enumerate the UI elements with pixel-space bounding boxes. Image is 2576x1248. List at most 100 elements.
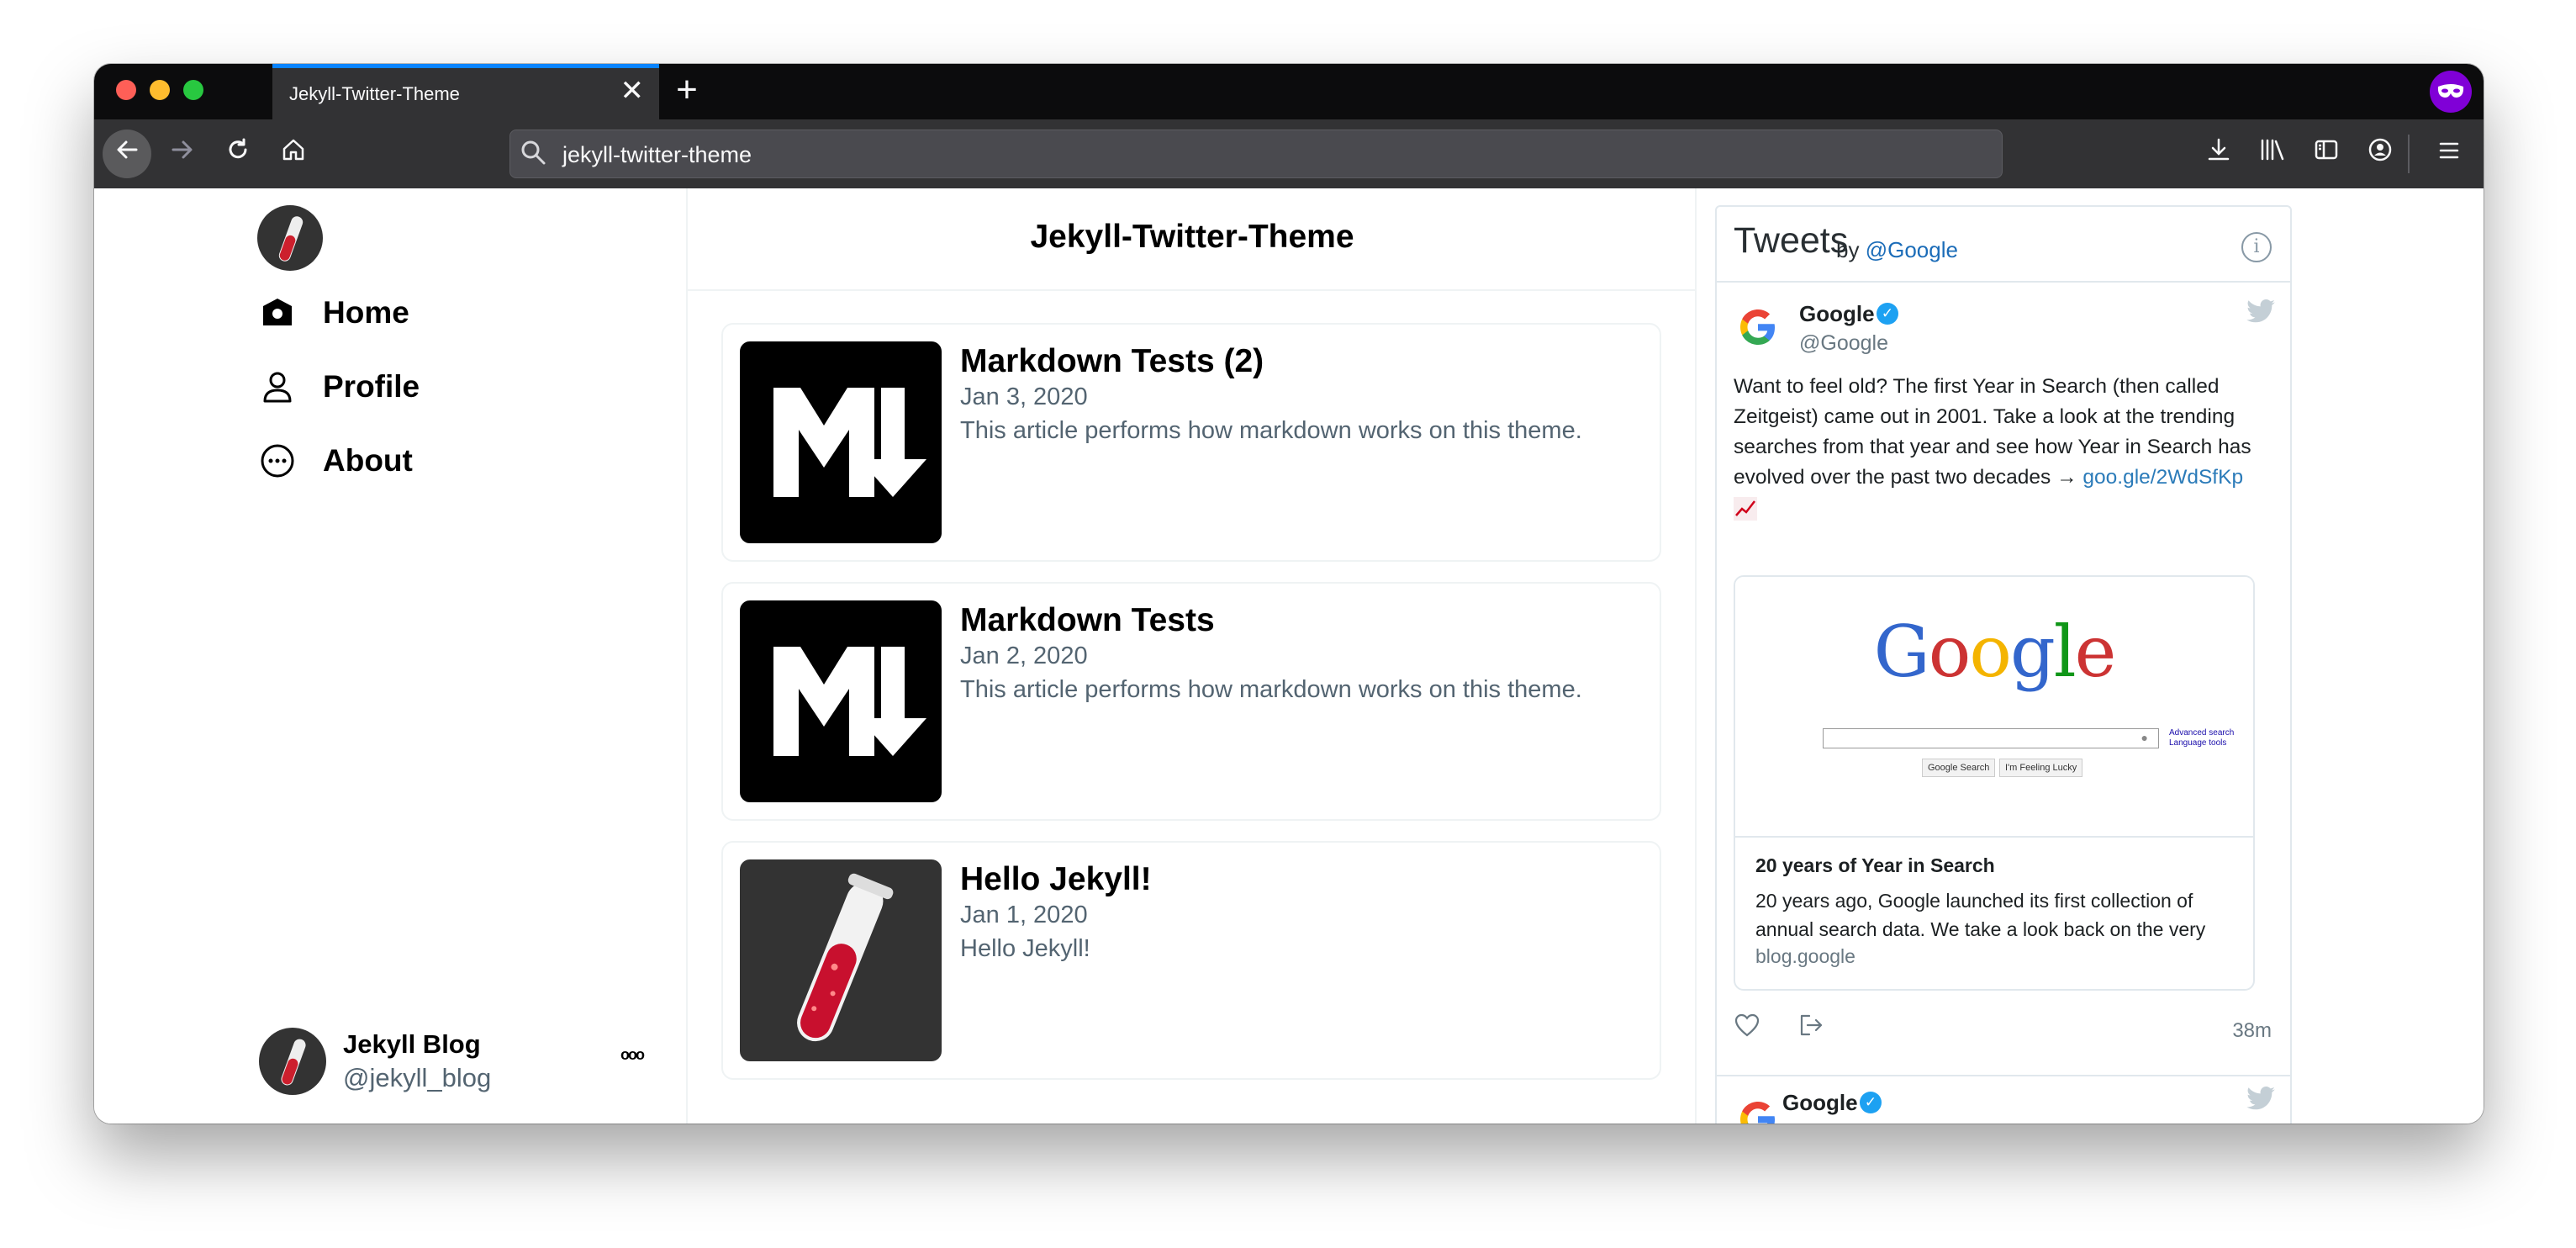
language-tools-text: Language tools [2169,738,2227,748]
google-avatar[interactable] [1734,303,1782,352]
post-date: Jan 3, 2020 [960,383,1088,410]
tweet-timestamp[interactable]: 38m [2232,1019,2272,1043]
google-links-image: Advanced search Language tools [2169,728,2234,748]
reload-button[interactable] [214,130,262,178]
site-logo[interactable] [257,205,323,271]
tweet-author-name[interactable]: Google [1799,301,1875,327]
post-date: Jan 1, 2020 [960,902,1088,928]
post-card[interactable]: Hello Jekyll! Jan 1, 2020 Hello Jekyll! [721,841,1661,1080]
column-divider [686,188,688,1124]
timeline-title: Tweets [1734,220,1849,261]
navigation-toolbar: jekyll-twitter-theme [94,119,2484,188]
info-icon[interactable]: i [2241,232,2272,262]
test-tube-icon [281,1039,306,1086]
post-card[interactable]: Markdown Tests (2) Jan 3, 2020 This arti… [721,323,1661,562]
forward-arrow-icon [172,140,193,159]
tweet-link[interactable]: goo.gle/2WdSfKp [2082,466,2243,489]
card-description: 20 years ago, Google launched its first … [1755,890,2206,940]
tab-title: Jekyll-Twitter-Theme [289,83,460,104]
tweet-text: Want to feel old? The first Year in Sear… [1734,372,2272,523]
google-avatar[interactable] [1734,1095,1782,1124]
twitter-bird-icon[interactable] [2246,1087,2275,1117]
post-card[interactable]: Markdown Tests Jan 2, 2020 This article … [721,582,1661,821]
back-button[interactable] [103,130,151,178]
maximize-window-button[interactable] [183,80,203,100]
tab-strip: Jekyll-Twitter-Theme ✕ + [94,64,2484,119]
markdown-logo-icon [740,600,942,802]
account-handle: @jekyll_blog [343,1063,492,1092]
by-label: by [1836,237,1860,262]
nav-profile[interactable]: Profile [257,362,420,412]
account-icon [2368,138,2392,161]
page-title: Jekyll-Twitter-Theme [1030,219,1354,255]
google-g-icon [1740,309,1775,345]
tab-close-icon[interactable]: ✕ [620,77,645,105]
test-tube-icon [278,216,304,262]
home-icon [282,139,304,161]
google-g-icon [1740,1102,1775,1124]
url-text[interactable]: jekyll-twitter-theme [562,142,752,168]
post-description: This article performs how markdown works… [960,676,1582,703]
google-search-btn-image: Google Search [1922,759,1996,777]
minimize-window-button[interactable] [150,80,170,100]
home-icon [257,293,298,333]
private-browsing-icon [2430,71,2472,113]
back-arrow-icon [117,140,138,159]
tab-active[interactable]: Jekyll-Twitter-Theme ✕ [272,64,659,119]
post-description: Hello Jekyll! [960,935,1090,962]
new-tab-button[interactable]: + [659,64,715,119]
twitter-bird-icon[interactable] [2246,299,2275,330]
feeling-lucky-btn-image: I'm Feeling Lucky [1999,759,2083,777]
account-card[interactable]: Jekyll Blog @jekyll_blog ooo [259,1021,763,1102]
link-preview-card[interactable]: Google ● Advanced search Language tools … [1734,575,2255,991]
nav-profile-label: Profile [323,369,420,404]
about-icon [257,441,298,481]
downloads-button[interactable] [2194,130,2243,178]
google-logo-icon: Google [1873,611,2117,693]
reload-icon [229,138,247,159]
post-date: Jan 2, 2020 [960,643,1088,669]
account-button[interactable] [2356,130,2404,178]
tweet-author-name[interactable]: Google [1782,1090,1858,1116]
post-title[interactable]: Hello Jekyll! [960,861,1152,898]
share-icon[interactable] [1797,1013,1824,1044]
hamburger-icon [2439,142,2459,159]
post-title[interactable]: Markdown Tests (2) [960,343,1264,380]
close-window-button[interactable] [116,80,136,100]
tweet-author-handle[interactable]: @Google [1799,331,1888,356]
nav-about[interactable]: About [257,436,413,486]
card-domain: blog.google [1755,945,1855,967]
sidebar-icon [2315,140,2338,160]
card-title: 20 years of Year in Search [1755,854,1995,876]
library-button[interactable] [2248,130,2297,178]
mic-icon: ● [2141,731,2148,744]
column-divider [1695,188,1697,1124]
twitter-timeline-widget: Tweets by @Google i Google ✓ @Google Wan… [1715,205,2292,1124]
post-title[interactable]: Markdown Tests [960,602,1215,639]
address-bar[interactable]: jekyll-twitter-theme [509,130,2003,178]
timeline-by: by @Google [1836,237,1958,263]
profile-icon [257,367,298,407]
like-icon[interactable] [1734,1013,1760,1044]
forward-button[interactable] [158,130,207,178]
test-tube-icon [740,859,942,1061]
nav-about-label: About [323,443,413,478]
verified-badge-icon: ✓ [1860,1092,1882,1113]
by-handle-link[interactable]: @Google [1866,237,1958,262]
page-content: Home Profile About Jekyll Blog @jekyll_b… [94,188,2484,1124]
advanced-search-text: Advanced search [2169,728,2235,738]
home-button[interactable] [269,130,318,178]
tweet-divider [1717,1075,2290,1076]
search-icon [519,138,549,168]
sidebar-toggle-button[interactable] [2302,130,2351,178]
menu-button[interactable] [2425,130,2473,178]
download-icon [2208,138,2230,161]
search-box-image: ● [1823,728,2159,748]
nav-home-label: Home [323,295,409,330]
nav-home[interactable]: Home [257,288,409,338]
avatar [259,1028,326,1095]
chart-increasing-emoji-icon [1734,496,1757,521]
toolbar-divider [2408,135,2410,173]
more-options-icon[interactable]: ooo [620,1046,645,1064]
tweet-actions: 38m [1734,1013,2272,1046]
